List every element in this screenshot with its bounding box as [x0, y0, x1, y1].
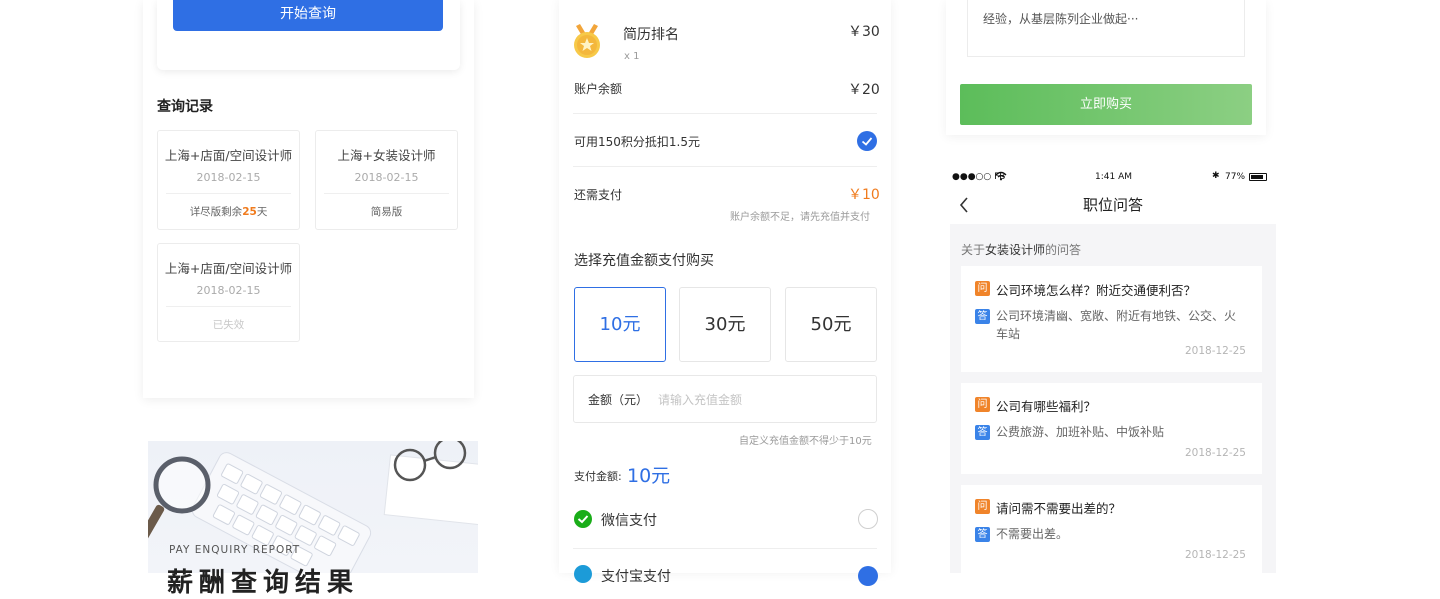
description-text: 经验，从基层陈列企业做起··· [983, 12, 1139, 26]
due-label: 还需支付 [574, 188, 623, 202]
recharge-title: 选择充值金额支付购买 [574, 253, 714, 269]
record-status: 已失效 [212, 319, 245, 331]
amount-option-10[interactable]: 10元 [574, 287, 666, 362]
qa-card[interactable]: 问 请问需不需要出差的？ 答 不需要出差。 2018-12-25 [961, 485, 1262, 573]
checkmark-icon [861, 137, 873, 146]
qa-section-header: 关于女装设计师的问答 [961, 243, 1082, 257]
status-bar: ●●●○○ FB 1:41 AM ✱ 77% [950, 168, 1276, 188]
history-title: 查询记录 [157, 99, 213, 115]
question-badge: 问 [975, 397, 990, 412]
question-badge: 问 [975, 499, 990, 514]
nav-bar: 职位问答 [950, 188, 1276, 224]
divider [324, 193, 449, 194]
answer-badge: 答 [975, 527, 990, 542]
balance-value: ￥20 [848, 82, 880, 98]
description-box: 经验，从基层陈列企业做起··· [967, 0, 1245, 57]
divider [573, 548, 877, 549]
amount-option-50[interactable]: 50元 [785, 287, 877, 362]
points-deduct-checkbox[interactable] [857, 131, 877, 151]
amount-placeholder: 请输入充值金额 [658, 393, 743, 407]
record-title: 上海+店面/空间设计师 [164, 261, 293, 276]
record-date: 2018-02-15 [196, 171, 261, 184]
pay-total-value: 10元 [627, 465, 671, 487]
nav-title: 职位问答 [1082, 196, 1143, 214]
buy-now-button[interactable]: 立即购买 [960, 84, 1252, 125]
record-title: 上海+女装设计师 [337, 148, 436, 163]
wechat-pay-label: 微信支付 [601, 513, 657, 529]
product-quantity: x 1 [624, 51, 640, 62]
record-title: 上海+店面/空间设计师 [164, 148, 293, 163]
battery-percent: 77% [1225, 172, 1246, 182]
promo-title: 薪酬查询结果 [167, 568, 360, 598]
history-record[interactable]: 上海+店面/空间设计师 2018-02-15 详尽版剩余25天 [157, 130, 300, 230]
record-date: 2018-02-15 [354, 171, 419, 184]
divider [573, 113, 877, 114]
history-record[interactable]: 上海+店面/空间设计师 2018-02-15 已失效 [157, 243, 300, 342]
points-deduct-label: 可用150积分抵扣1.5元 [574, 135, 700, 149]
balance-label: 账户余额 [574, 82, 623, 96]
battery-icon [1249, 173, 1267, 181]
qa-date: 2018-12-25 [1184, 345, 1246, 357]
answer-badge: 答 [975, 425, 990, 440]
amount-option-30[interactable]: 30元 [679, 287, 771, 362]
medal-icon [572, 24, 602, 64]
question-text: 公司环境怎么样？附近交通便利否？ [996, 283, 1197, 298]
divider [166, 306, 291, 307]
product-name: 简历排名 [623, 27, 679, 43]
custom-amount-field[interactable]: 金额（元） 请输入充值金额 [573, 375, 877, 423]
history-record[interactable]: 上海+女装设计师 2018-02-15 简易版 [315, 130, 458, 230]
amount-hint: 自定义充值金额不得少于10元 [739, 436, 872, 447]
divider [573, 166, 877, 167]
alipay-label: 支付宝支付 [601, 569, 671, 585]
wechat-pay-icon [573, 509, 593, 533]
due-amount: ￥10 [848, 187, 880, 203]
question-text: 请问需不需要出差的？ [996, 501, 1122, 516]
question-text: 公司有哪些福利？ [996, 399, 1097, 414]
record-status: 详尽版剩余25天 [189, 206, 268, 218]
qa-card[interactable]: 问 公司环境怎么样？附近交通便利否？ 答 公司环境清幽、宽敞、附近有地铁、公交、… [961, 266, 1262, 372]
record-status: 简易版 [370, 206, 403, 218]
bluetooth-icon: ✱ [1212, 171, 1220, 181]
qa-date: 2018-12-25 [1184, 549, 1246, 561]
alipay-radio[interactable] [858, 566, 878, 586]
question-badge: 问 [975, 281, 990, 296]
qa-card[interactable]: 问 公司有哪些福利？ 答 公费旅游、加班补贴、中饭补贴 2018-12-25 [961, 383, 1262, 474]
divider [166, 193, 291, 194]
promo-subtitle: PAY ENQUIRY REPORT [169, 544, 301, 556]
alipay-icon [573, 564, 593, 588]
clock-text: 1:41 AM [1095, 172, 1132, 182]
product-price: ￥30 [848, 24, 880, 40]
answer-text: 公费旅游、加班补贴、中饭补贴 [996, 425, 1165, 439]
answer-text: 公司环境清幽、宽敞、附近有地铁、公交、火车站 [996, 309, 1237, 341]
answer-text: 不需要出差。 [996, 527, 1069, 541]
record-date: 2018-02-15 [196, 284, 261, 297]
amount-label: 金额（元） [588, 393, 649, 407]
pay-total-label: 支付金额: [574, 470, 622, 483]
wifi-icon [995, 171, 1007, 184]
due-hint: 账户余额不足，请先充值并支付 [730, 212, 870, 223]
start-query-button[interactable]: 开始查询 [173, 0, 443, 31]
qa-date: 2018-12-25 [1184, 447, 1246, 459]
answer-badge: 答 [975, 309, 990, 324]
wechat-pay-radio[interactable] [858, 509, 878, 529]
